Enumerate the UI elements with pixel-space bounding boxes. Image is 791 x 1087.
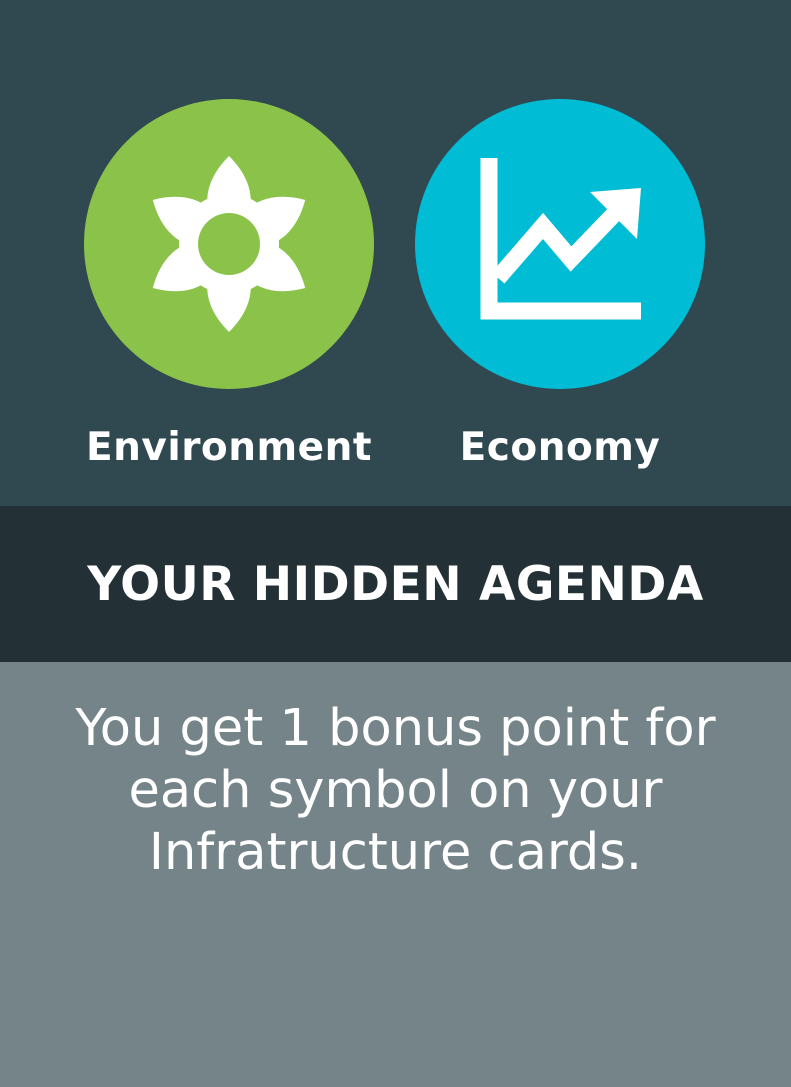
economy-symbol: Economy xyxy=(415,99,705,470)
symbols-panel: Environment Economy xyxy=(0,0,791,506)
economy-label: Economy xyxy=(459,425,661,470)
agenda-title: YOUR HIDDEN AGENDA xyxy=(87,556,704,612)
agenda-header: YOUR HIDDEN AGENDA xyxy=(0,506,791,662)
trend-chart-icon xyxy=(480,158,641,320)
environment-label: Environment xyxy=(86,425,372,470)
environment-badge xyxy=(84,99,374,389)
agenda-description: You get 1 bonus point for each symbol on… xyxy=(75,699,716,882)
hidden-agenda-card: Environment Economy YOUR HIDDEN AGENDA Y… xyxy=(0,0,791,1087)
economy-badge xyxy=(415,99,705,389)
flower-icon xyxy=(152,156,306,332)
environment-symbol: Environment xyxy=(84,99,374,470)
agenda-body: You get 1 bonus point for each symbol on… xyxy=(0,662,791,1087)
